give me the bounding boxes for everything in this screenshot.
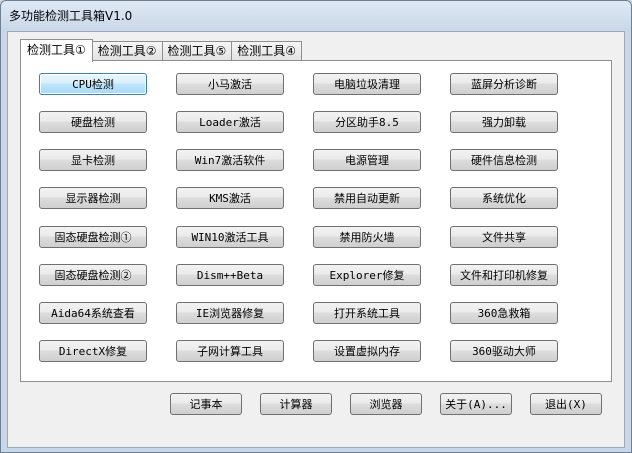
notepad-button[interactable]: 记事本: [170, 393, 242, 415]
aida64-view-button[interactable]: Aida64系统查看: [39, 302, 147, 324]
tab-detect-tools-2[interactable]: 检测工具②: [91, 41, 163, 61]
cpu-check-button[interactable]: CPU检测: [39, 73, 147, 95]
disable-firewall-button[interactable]: 禁用防火墙: [313, 226, 421, 248]
power-management-button[interactable]: 电源管理: [313, 149, 421, 171]
tab-detect-tools-4[interactable]: 检测工具④: [231, 41, 303, 61]
system-optimize-button[interactable]: 系统优化: [450, 187, 558, 209]
subnet-calculator-button[interactable]: 子网计算工具: [176, 340, 284, 362]
disable-auto-update-button[interactable]: 禁用自动更新: [313, 187, 421, 209]
file-sharing-button[interactable]: 文件共享: [450, 226, 558, 248]
loader-activate-button[interactable]: Loader激活: [176, 111, 284, 133]
tab-detect-tools-5[interactable]: 检测工具⑤: [161, 41, 233, 61]
hardware-info-button[interactable]: 硬件信息检测: [450, 149, 558, 171]
ie-repair-button[interactable]: IE浏览器修复: [176, 302, 284, 324]
disk-check-button[interactable]: 硬盘检测: [39, 111, 147, 133]
tab-strip: 检测工具① 检测工具② 检测工具⑤ 检测工具④: [20, 39, 303, 62]
app-window: 多功能检测工具箱V1.0 检测工具① 检测工具② 检测工具⑤ 检测工具④ CPU…: [0, 0, 632, 453]
file-printer-repair-button[interactable]: 文件和打印机修复: [450, 264, 558, 286]
exit-button[interactable]: 退出(X): [530, 393, 602, 415]
open-system-tools-button[interactable]: 打开系统工具: [313, 302, 421, 324]
kms-activate-button[interactable]: KMS激活: [176, 187, 284, 209]
junk-cleanup-button[interactable]: 电脑垃圾清理: [313, 73, 421, 95]
360-driver-master-button[interactable]: 360驱动大师: [450, 340, 558, 362]
tab-panel: CPU检测 小马激活 电脑垃圾清理 蓝屏分析诊断硬盘检测 Loader激活 分区助手8.5…: [20, 60, 612, 382]
explorer-repair-button[interactable]: Explorer修复: [313, 264, 421, 286]
title-bar[interactable]: 多功能检测工具箱V1.0: [1, 1, 631, 31]
gpu-check-button[interactable]: 显卡检测: [39, 149, 147, 171]
ssd-check-2-button[interactable]: 固态硬盘检测②: [39, 264, 147, 286]
monitor-check-button[interactable]: 显示器检测: [39, 187, 147, 209]
force-uninstall-button[interactable]: 强力卸载: [450, 111, 558, 133]
virtual-memory-button[interactable]: 设置虚拟内存: [313, 340, 421, 362]
dism-beta-button[interactable]: Dism++Beta: [176, 264, 284, 286]
tab-detect-tools-1[interactable]: 检测工具①: [20, 39, 93, 62]
about-button[interactable]: 关于(A)...: [440, 393, 512, 415]
window-title: 多功能检测工具箱V1.0: [9, 9, 133, 23]
calculator-button[interactable]: 计算器: [260, 393, 332, 415]
win10-activate-button[interactable]: WIN10激活工具: [176, 226, 284, 248]
directx-repair-button[interactable]: DirectX修复: [39, 340, 147, 362]
xiaoma-activate-button[interactable]: 小马激活: [176, 73, 284, 95]
client-area: 检测工具① 检测工具② 检测工具⑤ 检测工具④ CPU检测 小马激活 电脑垃圾清理 蓝…: [7, 31, 625, 448]
win7-activate-button[interactable]: Win7激活软件: [176, 149, 284, 171]
browser-button[interactable]: 浏览器: [350, 393, 422, 415]
partition-assistant-button[interactable]: 分区助手8.5: [313, 111, 421, 133]
360-rescue-button[interactable]: 360急救箱: [450, 302, 558, 324]
bluescreen-diagnose-button[interactable]: 蓝屏分析诊断: [450, 73, 558, 95]
ssd-check-1-button[interactable]: 固态硬盘检测①: [39, 226, 147, 248]
